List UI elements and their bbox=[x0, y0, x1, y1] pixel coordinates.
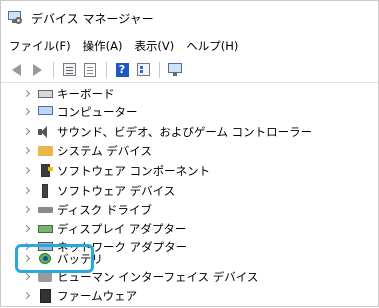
menu-help[interactable]: ヘルプ(H) bbox=[186, 38, 238, 54]
firmware-icon bbox=[40, 289, 51, 303]
action-pane-icon bbox=[136, 63, 150, 76]
device-manager-window: デバイス マネージャー ファイル(F) 操作(A) 表示(V) ヘルプ(H) ? bbox=[0, 0, 379, 307]
software-device-icon bbox=[42, 184, 48, 198]
tree-item-software-components[interactable]: ソフトウェア コンポーネント bbox=[1, 162, 378, 180]
toolbar: ? bbox=[1, 57, 378, 83]
toolbar-separator bbox=[159, 61, 160, 78]
disk-drive-icon bbox=[38, 207, 53, 213]
computer-icon bbox=[38, 106, 53, 115]
chevron-right-icon[interactable] bbox=[23, 146, 33, 156]
properties-sheet-icon bbox=[84, 62, 96, 77]
display-adapter-icon bbox=[38, 225, 53, 233]
battery-highlight-box bbox=[15, 244, 94, 273]
tree-item-label: ソフトウェア コンポーネント bbox=[57, 164, 211, 178]
menu-file[interactable]: ファイル(F) bbox=[9, 38, 71, 54]
chevron-right-icon[interactable] bbox=[23, 186, 33, 196]
action-pane-button[interactable] bbox=[134, 61, 152, 79]
tree-item-label: ディスク ドライブ bbox=[57, 203, 152, 217]
tree-item-label: コンピューター bbox=[57, 105, 138, 119]
chevron-right-icon[interactable] bbox=[23, 107, 33, 117]
toolbar-separator bbox=[106, 61, 107, 78]
tree-item-system-devices[interactable]: システム デバイス bbox=[1, 142, 378, 160]
monitor-icon bbox=[168, 63, 182, 76]
tree-item-computer[interactable]: コンピューター bbox=[1, 103, 378, 121]
scan-hardware-button[interactable] bbox=[166, 61, 184, 79]
tree-item-label: ディスプレイ アダプター bbox=[57, 222, 187, 236]
tree-item-label: ソフトウェア デバイス bbox=[57, 184, 176, 198]
tree-item-label: システム デバイス bbox=[57, 144, 152, 158]
menu-bar: ファイル(F) 操作(A) 表示(V) ヘルプ(H) bbox=[1, 35, 378, 57]
window-title: デバイス マネージャー bbox=[31, 11, 154, 26]
help-icon: ? bbox=[115, 62, 129, 77]
chevron-right-icon[interactable] bbox=[23, 291, 33, 301]
menu-action[interactable]: 操作(A) bbox=[83, 38, 123, 54]
back-arrow-icon bbox=[11, 63, 21, 76]
show-hide-console-tree-button[interactable] bbox=[60, 61, 78, 79]
speaker-icon bbox=[38, 125, 48, 139]
forward-arrow-icon bbox=[32, 63, 42, 76]
tree-item-keyboard[interactable]: キーボード bbox=[1, 85, 378, 103]
chevron-right-icon[interactable] bbox=[23, 272, 33, 282]
properties-button[interactable] bbox=[81, 61, 99, 79]
software-component-icon bbox=[41, 164, 53, 177]
chevron-right-icon[interactable] bbox=[23, 205, 33, 215]
tree-item-label: キーボード bbox=[57, 87, 115, 101]
folder-icon bbox=[38, 146, 53, 156]
chevron-right-icon[interactable] bbox=[23, 166, 33, 176]
tree-item-display-adapters[interactable]: ディスプレイ アダプター bbox=[1, 220, 378, 238]
tree-item-firmware[interactable]: ファームウェア bbox=[1, 287, 378, 305]
chevron-right-icon[interactable] bbox=[23, 127, 33, 137]
show-hide-console-tree-icon bbox=[62, 63, 76, 76]
tree-item-software-devices[interactable]: ソフトウェア デバイス bbox=[1, 182, 378, 200]
forward-button[interactable] bbox=[28, 61, 46, 79]
tree-item-label: ファームウェア bbox=[57, 289, 138, 303]
tree-item-sound[interactable]: サウンド、ビデオ、およびゲーム コントローラー bbox=[1, 123, 378, 141]
chevron-right-icon[interactable] bbox=[23, 224, 33, 234]
keyboard-icon bbox=[38, 90, 53, 98]
menu-view[interactable]: 表示(V) bbox=[134, 38, 174, 54]
title-bar[interactable]: デバイス マネージャー bbox=[1, 1, 378, 35]
tree-item-label: サウンド、ビデオ、およびゲーム コントローラー bbox=[57, 125, 313, 139]
tree-item-disk-drives[interactable]: ディスク ドライブ bbox=[1, 201, 378, 219]
chevron-right-icon[interactable] bbox=[23, 89, 33, 99]
back-button[interactable] bbox=[7, 61, 25, 79]
toolbar-separator bbox=[53, 61, 54, 78]
device-manager-icon bbox=[7, 11, 23, 25]
device-tree: キーボード コンピューター サウンド、ビデオ、およびゲーム コントローラー シス… bbox=[1, 83, 378, 308]
help-button[interactable]: ? bbox=[113, 61, 131, 79]
